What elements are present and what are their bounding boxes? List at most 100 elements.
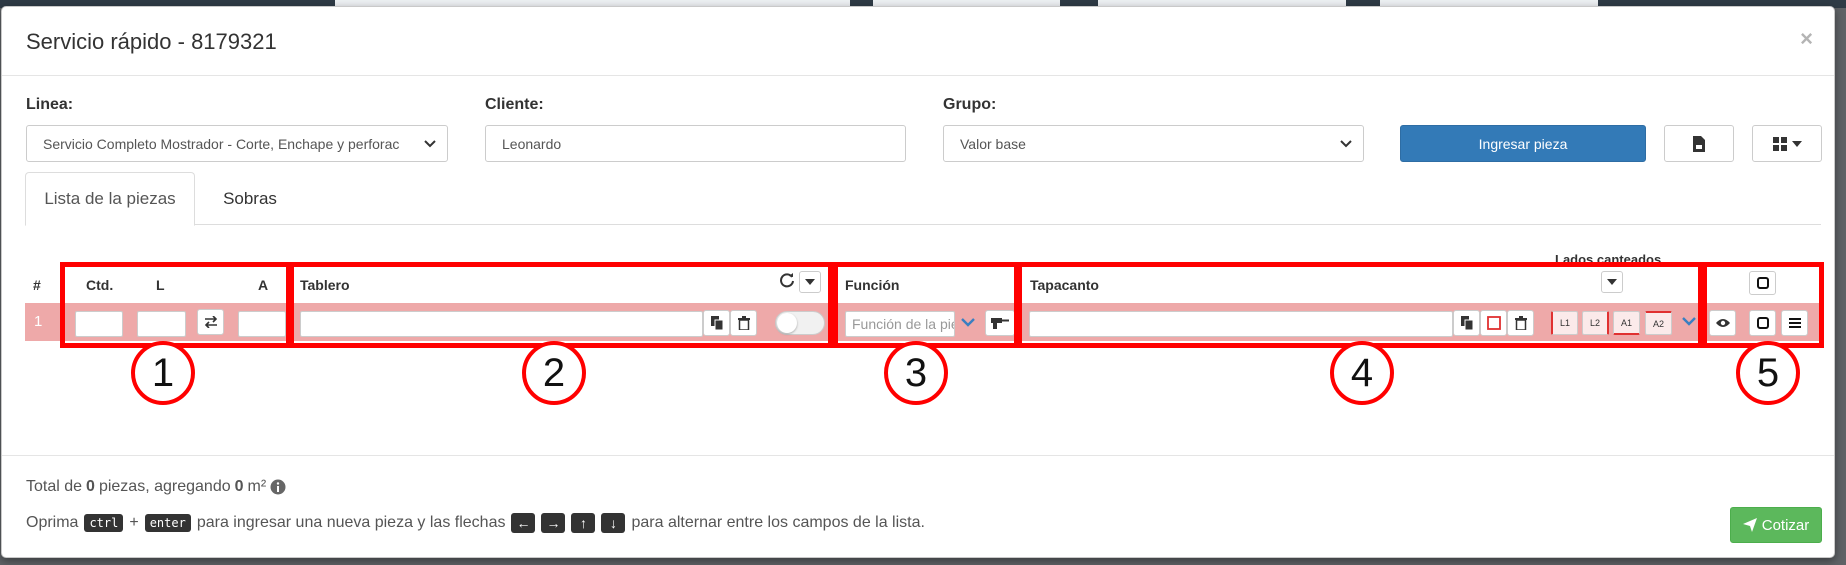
- chevron-down-icon: [424, 140, 436, 148]
- square-outline-icon: [1486, 316, 1501, 330]
- info-icon[interactable]: [270, 479, 286, 495]
- edge-a1-button[interactable]: A1: [1613, 311, 1640, 335]
- area-value: 0: [234, 478, 244, 495]
- tapacanto-delete-button[interactable]: [1507, 310, 1534, 336]
- key-enter: enter: [144, 514, 191, 532]
- header-a: A: [258, 277, 269, 293]
- menu-icon: [1788, 318, 1801, 328]
- square-outline-icon: [1756, 277, 1769, 289]
- cotizar-button[interactable]: Cotizar: [1730, 507, 1822, 543]
- cliente-input[interactable]: Leonardo: [485, 125, 906, 162]
- header-lados-canteados: Lados canteados: [1555, 252, 1662, 267]
- annotation-circle-2: 2: [522, 341, 586, 405]
- swap-dimensions-button[interactable]: [197, 309, 224, 335]
- view-options-button[interactable]: [1752, 125, 1822, 162]
- cliente-value: Leonardo: [502, 135, 562, 152]
- ingresar-pieza-button[interactable]: Ingresar pieza: [1400, 125, 1646, 162]
- grupo-label: Grupo:: [943, 96, 997, 113]
- tablero-options-button[interactable]: [799, 271, 821, 293]
- header-l: L: [156, 277, 165, 293]
- linea-label: Linea:: [26, 96, 74, 113]
- refresh-icon[interactable]: [779, 272, 795, 288]
- caret-down-icon: [805, 279, 815, 285]
- header-funcion: Función: [845, 277, 900, 293]
- hint-suffix: para alternar entre los campos de la lis…: [631, 514, 925, 531]
- total-prefix: Total de: [26, 478, 83, 495]
- eye-icon: [1715, 319, 1730, 327]
- edge-l2-button[interactable]: L2: [1582, 311, 1609, 335]
- cotizar-label: Cotizar: [1761, 516, 1810, 534]
- area-unit: m²: [247, 478, 267, 495]
- tapacanto-edge-button[interactable]: [1480, 310, 1507, 336]
- pieces-suffix: piezas, agregando: [98, 478, 231, 495]
- key-ctrl: ctrl: [84, 514, 124, 532]
- funcion-placeholder: Función de la pieza: [852, 316, 954, 332]
- l-input[interactable]: [137, 311, 186, 337]
- pieces-count: 0: [86, 478, 95, 495]
- square-outline-icon: [1756, 317, 1769, 329]
- funcion-input[interactable]: Función de la pieza: [845, 311, 955, 337]
- trash-icon: [1514, 316, 1527, 330]
- chevron-down-icon[interactable]: [1682, 316, 1696, 326]
- row-number: 1: [34, 313, 43, 330]
- plus-sign: +: [129, 514, 139, 531]
- file-icon: [1693, 135, 1705, 152]
- modal-header: Servicio rápido - 8179321 ×: [2, 7, 1834, 76]
- header-tapacanto: Tapacanto: [1030, 277, 1099, 293]
- send-icon: [1742, 518, 1757, 532]
- tablero-copy-button[interactable]: [703, 310, 730, 336]
- header-tablero: Tablero: [300, 277, 350, 293]
- edge-a2-button[interactable]: A2: [1645, 311, 1672, 335]
- annotation-circle-1: 1: [131, 341, 195, 405]
- linea-select[interactable]: Servicio Completo Mostrador - Corte, Enc…: [26, 125, 448, 162]
- drill-icon: [991, 318, 1009, 329]
- select-all-button[interactable]: [1749, 271, 1776, 295]
- row-menu-button[interactable]: [1781, 310, 1808, 336]
- tab-sobras[interactable]: Sobras: [195, 172, 305, 225]
- copy-icon: [710, 316, 723, 330]
- caret-down-icon: [1607, 279, 1617, 285]
- piece-tabs: Lista de la piezas Sobras: [25, 172, 1821, 226]
- linea-value: Servicio Completo Mostrador - Corte, Enc…: [43, 135, 400, 152]
- arrow-left-icon: ←: [511, 513, 536, 533]
- export-file-button[interactable]: [1664, 125, 1734, 162]
- tapacanto-input[interactable]: [1029, 311, 1453, 337]
- keyboard-hint: Oprima ctrl + enter para ingresar una nu…: [26, 513, 925, 533]
- modal-footer: Total de 0 piezas, agregando 0 m² Oprima…: [2, 455, 1834, 557]
- annotation-circle-4: 4: [1330, 341, 1394, 405]
- annotation-circle-5: 5: [1736, 341, 1800, 405]
- annotation-circle-3: 3: [884, 341, 948, 405]
- pieces-summary: Total de 0 piezas, agregando 0 m²: [26, 478, 286, 496]
- select-row-button[interactable]: [1749, 310, 1776, 336]
- a-input[interactable]: [238, 311, 286, 337]
- tablero-toggle[interactable]: [775, 311, 825, 335]
- ctd-input[interactable]: [75, 311, 123, 337]
- hint-prefix: Oprima: [26, 514, 79, 531]
- arrow-right-icon: →: [541, 513, 566, 533]
- tapacanto-copy-button[interactable]: [1453, 310, 1480, 336]
- modal-title: Servicio rápido - 8179321: [26, 29, 277, 54]
- tablero-delete-button[interactable]: [730, 310, 757, 336]
- close-button[interactable]: ×: [1800, 26, 1813, 52]
- chevron-down-icon[interactable]: [961, 317, 975, 327]
- drill-button[interactable]: [985, 310, 1015, 336]
- view-piece-button[interactable]: [1709, 310, 1736, 336]
- toggle-knob: [777, 313, 797, 333]
- grupo-select[interactable]: Valor base: [943, 125, 1364, 162]
- hint-middle: para ingresar una nueva pieza y las flec…: [196, 514, 506, 531]
- edge-l1-button[interactable]: L1: [1551, 311, 1578, 335]
- swap-icon: [204, 316, 217, 328]
- grid-icon: [1773, 136, 1787, 151]
- cliente-label: Cliente:: [485, 96, 544, 113]
- chevron-down-icon: [1340, 140, 1352, 148]
- header-number: #: [33, 277, 41, 293]
- tablero-input[interactable]: [300, 311, 703, 337]
- trash-icon: [737, 316, 750, 330]
- quick-service-modal: Servicio rápido - 8179321 × Linea: Servi…: [1, 6, 1835, 558]
- copy-icon: [1460, 316, 1473, 330]
- tapacanto-options-button[interactable]: [1601, 271, 1623, 293]
- grupo-value: Valor base: [960, 135, 1026, 152]
- tab-lista-piezas[interactable]: Lista de la piezas: [25, 172, 195, 226]
- header-ctd: Ctd.: [86, 277, 114, 293]
- arrow-down-icon: ↓: [601, 513, 626, 533]
